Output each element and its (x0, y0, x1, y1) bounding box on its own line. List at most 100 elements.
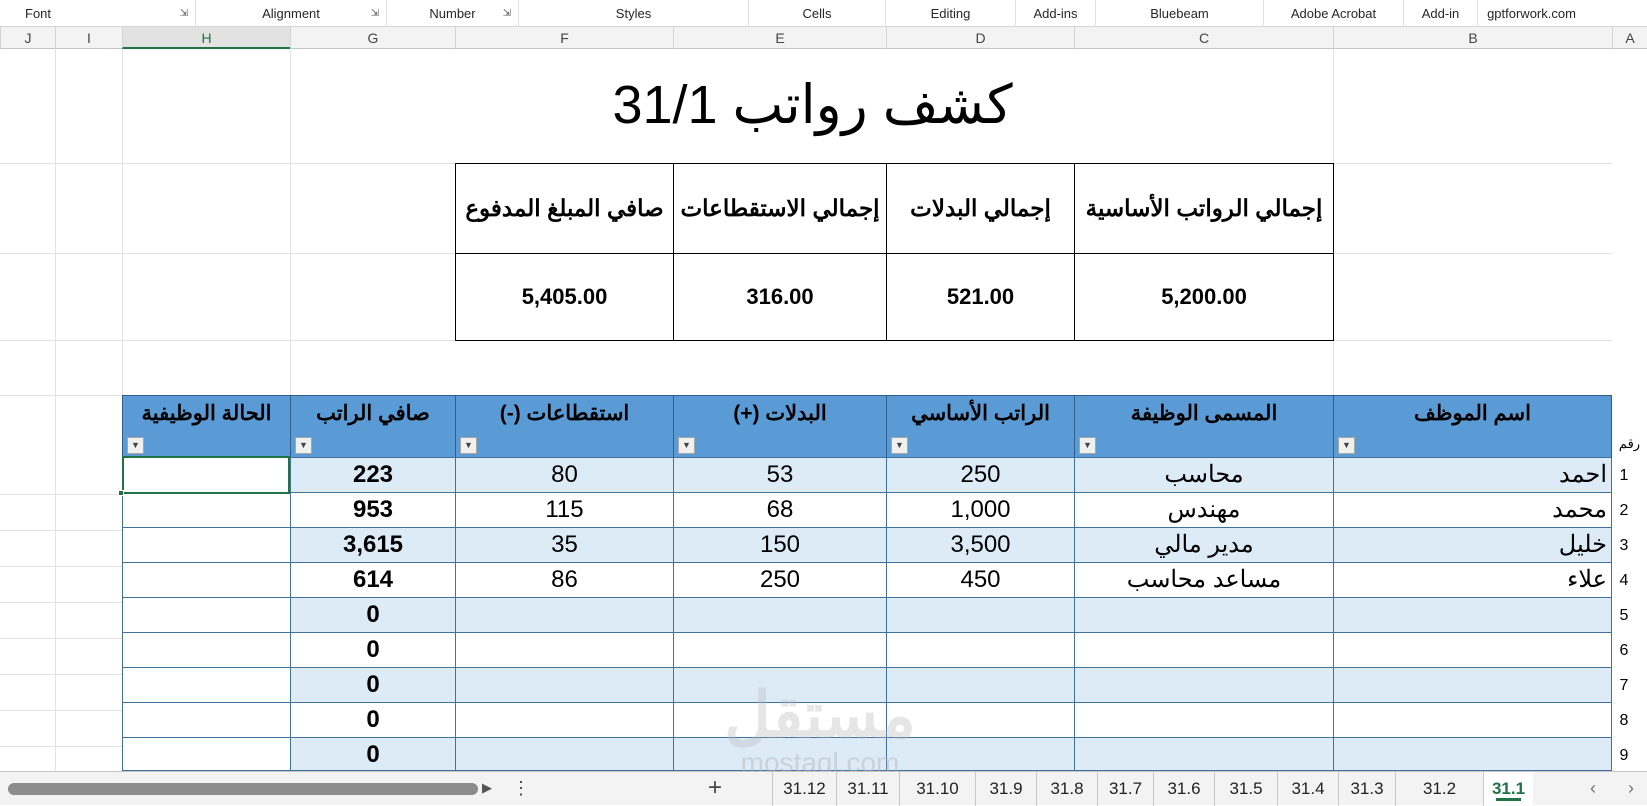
table-cell-status[interactable] (122, 667, 291, 703)
table-cell-job[interactable]: محاسب (1074, 457, 1334, 493)
column-header-a[interactable]: A (1612, 27, 1647, 49)
ribbon-group-add-ins[interactable]: Add-ins (1016, 0, 1096, 27)
table-cell-name[interactable]: خليل (1333, 527, 1612, 563)
table-cell-allowances[interactable] (673, 632, 887, 668)
table-cell-basic[interactable]: 3,500 (886, 527, 1075, 563)
table-cell-basic[interactable] (886, 632, 1075, 668)
table-cell-name[interactable] (1333, 632, 1612, 668)
table-cell-status[interactable] (122, 527, 291, 563)
ribbon-group-font[interactable]: Font ⇲ (0, 0, 196, 27)
table-cell-deductions[interactable]: 35 (455, 527, 674, 563)
table-cell-deductions[interactable] (455, 632, 674, 668)
table-cell-name[interactable]: محمد (1333, 492, 1612, 528)
column-header-f[interactable]: F (455, 27, 673, 49)
sheet-title[interactable]: كشف رواتب 31/1 (290, 70, 1335, 140)
table-cell-deductions[interactable] (455, 702, 674, 738)
table-cell-net[interactable]: 0 (290, 667, 456, 703)
column-header-d[interactable]: D (886, 27, 1074, 49)
table-cell-basic[interactable] (886, 597, 1075, 633)
sheet-tab[interactable]: 31.12 (772, 772, 836, 806)
table-cell-net[interactable]: 223 (290, 457, 456, 493)
ribbon-group-cells[interactable]: Cells (749, 0, 886, 27)
column-header-j[interactable]: J (0, 27, 55, 49)
table-cell-deductions[interactable]: 115 (455, 492, 674, 528)
table-cell-status[interactable] (122, 632, 291, 668)
dropdown-arrow-icon[interactable]: ▼ (891, 437, 908, 454)
table-cell-net[interactable]: 0 (290, 737, 456, 771)
sheet-tab[interactable]: 31.8 (1036, 772, 1097, 806)
table-cell-deductions[interactable] (455, 597, 674, 633)
table-cell-net[interactable]: 3,615 (290, 527, 456, 563)
table-cell-basic[interactable]: 250 (886, 457, 1075, 493)
table-cell-deductions[interactable]: 86 (455, 562, 674, 598)
table-cell-job[interactable] (1074, 632, 1334, 668)
plus-icon[interactable]: + (708, 774, 722, 802)
table-cell-status[interactable] (122, 597, 291, 633)
table-cell-net[interactable]: 0 (290, 632, 456, 668)
ribbon-group-bluebeam[interactable]: Bluebeam (1096, 0, 1264, 27)
dialog-launcher-icon[interactable]: ⇲ (179, 9, 189, 19)
chevron-left-icon[interactable]: ‹ (1590, 778, 1596, 799)
sheet-tab[interactable]: 31.10 (899, 772, 975, 806)
dialog-launcher-icon[interactable]: ⇲ (370, 9, 380, 19)
table-cell-allowances[interactable]: 68 (673, 492, 887, 528)
summary-value-total-basic[interactable]: 5,200.00 (1074, 253, 1334, 341)
column-header-b[interactable]: B (1333, 27, 1612, 49)
ribbon-group-editing[interactable]: Editing (886, 0, 1016, 27)
dropdown-arrow-icon[interactable]: ▼ (1338, 437, 1355, 454)
sheet-tab[interactable]: 31.7 (1097, 772, 1153, 806)
table-cell-basic[interactable]: 1,000 (886, 492, 1075, 528)
table-cell-job[interactable]: مساعد محاسب (1074, 562, 1334, 598)
table-cell-status[interactable] (122, 737, 291, 771)
fill-handle[interactable] (118, 490, 124, 496)
chevron-right-icon[interactable]: › (1628, 778, 1634, 799)
sheet-tab[interactable]: 31.11 (836, 772, 899, 806)
table-cell-net[interactable]: 0 (290, 597, 456, 633)
ribbon-group-adobe-acrobat[interactable]: Adobe Acrobat (1264, 0, 1404, 27)
ribbon-group-styles[interactable]: Styles (519, 0, 749, 27)
table-cell-allowances[interactable]: 250 (673, 562, 887, 598)
table-cell-allowances[interactable]: 150 (673, 527, 887, 563)
dropdown-arrow-icon[interactable]: ▼ (678, 437, 695, 454)
table-cell-job[interactable] (1074, 667, 1334, 703)
sheet-tab[interactable]: 31.1 (1483, 772, 1533, 806)
sheet-tab[interactable]: 31.3 (1338, 772, 1395, 806)
scroll-right-arrow-icon[interactable]: ▶ (482, 780, 492, 796)
dropdown-arrow-icon[interactable]: ▼ (460, 437, 477, 454)
sheet-tab[interactable]: 31.9 (975, 772, 1036, 806)
column-header-i[interactable]: I (55, 27, 122, 49)
vertical-ellipsis-icon[interactable]: ⋮ (512, 778, 530, 799)
table-header-status[interactable]: الحالة الوظيفية ▼ (122, 395, 291, 458)
table-cell-name[interactable]: علاء (1333, 562, 1612, 598)
dropdown-arrow-icon[interactable]: ▼ (127, 437, 144, 454)
table-header-name[interactable]: اسم الموظف ▼ (1333, 395, 1612, 458)
table-cell-status[interactable] (122, 562, 291, 598)
table-cell-deductions[interactable] (455, 737, 674, 771)
summary-value-total-allowances[interactable]: 521.00 (886, 253, 1075, 341)
column-header-g[interactable]: G (290, 27, 455, 49)
table-header-deductions[interactable]: استقطاعات (-) ▼ (455, 395, 674, 458)
table-cell-net[interactable]: 0 (290, 702, 456, 738)
column-header-e[interactable]: E (673, 27, 886, 49)
table-cell-status[interactable] (122, 492, 291, 528)
ribbon-group-gptforwork[interactable]: gptforwork.com (1478, 0, 1585, 27)
summary-value-total-deductions[interactable]: 316.00 (673, 253, 887, 341)
table-cell-status[interactable] (122, 702, 291, 738)
dropdown-arrow-icon[interactable]: ▼ (1079, 437, 1096, 454)
column-header-c[interactable]: C (1074, 27, 1333, 49)
table-cell-job[interactable] (1074, 737, 1334, 771)
active-cell-selection[interactable] (122, 456, 290, 494)
table-cell-name[interactable] (1333, 667, 1612, 703)
summary-header-total-allowances[interactable]: إجمالي البدلات (886, 163, 1075, 254)
table-cell-basic[interactable]: 450 (886, 562, 1075, 598)
table-header-net[interactable]: صافي الراتب ▼ (290, 395, 456, 458)
table-cell-job[interactable] (1074, 702, 1334, 738)
table-header-basic[interactable]: الراتب الأساسي ▼ (886, 395, 1075, 458)
table-header-allowances[interactable]: البدلات (+) ▼ (673, 395, 887, 458)
sheet-tab[interactable]: 31.4 (1277, 772, 1338, 806)
table-cell-name[interactable] (1333, 737, 1612, 771)
table-cell-name[interactable] (1333, 702, 1612, 738)
table-cell-deductions[interactable] (455, 667, 674, 703)
table-cell-job[interactable]: مهندس (1074, 492, 1334, 528)
dropdown-arrow-icon[interactable]: ▼ (295, 437, 312, 454)
